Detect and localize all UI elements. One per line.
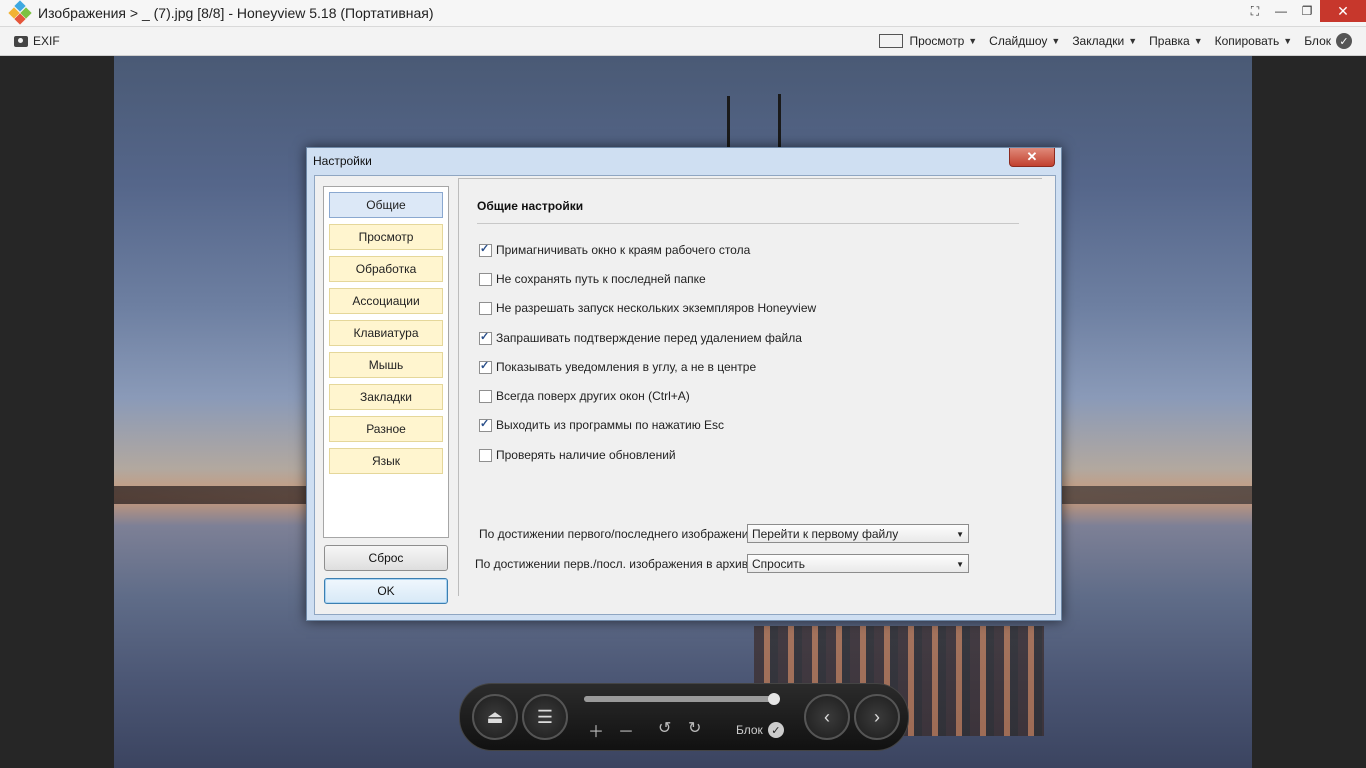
option-label: Примагничивать окно к краям рабочего сто… xyxy=(496,243,751,257)
first-last-value: Перейти к первому файлу xyxy=(752,527,899,541)
option-check-updates[interactable]: Проверять наличие обновлений xyxy=(479,448,676,462)
window-controls: ⛶ — ❐ ✕ xyxy=(1242,0,1366,24)
nav-item-associations[interactable]: Ассоциации xyxy=(329,288,443,314)
nav-item-misc[interactable]: Разное xyxy=(329,416,443,442)
camera-icon xyxy=(14,35,28,47)
menu-copy[interactable]: Копировать ▼ xyxy=(1215,34,1293,48)
fullscreen-icon[interactable]: ⛶ xyxy=(1242,0,1268,22)
checkbox[interactable] xyxy=(479,330,492,345)
dialog-close-button[interactable]: ✕ xyxy=(1009,148,1055,167)
menu-icon[interactable]: ☰ xyxy=(522,694,568,740)
toolbar: EXIF Просмотр ▼ Слайдшоу ▼ Закладки ▼ Пр… xyxy=(0,27,1366,56)
menu-view[interactable]: Просмотр ▼ xyxy=(879,34,977,48)
archive-select[interactable]: Спросить ▼ xyxy=(747,554,969,573)
option-label: Не сохранять путь к последней папке xyxy=(496,272,706,286)
ok-button[interactable]: OK xyxy=(324,578,448,604)
menu-slideshow-label: Слайдшоу xyxy=(989,34,1048,48)
exif-label: EXIF xyxy=(33,34,60,48)
rotate-left-icon[interactable]: ↺ xyxy=(658,718,671,738)
settings-dialog: Настройки ✕ Общие Просмотр Обработка Асс… xyxy=(306,147,1062,621)
position-slider[interactable] xyxy=(584,693,781,705)
menu-slideshow[interactable]: Слайдшоу ▼ xyxy=(989,34,1060,48)
slider-knob[interactable] xyxy=(768,693,781,705)
nav-item-view[interactable]: Просмотр xyxy=(329,224,443,250)
nav-item-general[interactable]: Общие xyxy=(329,192,443,218)
menu-view-label: Просмотр xyxy=(909,34,965,48)
section-divider xyxy=(477,223,1019,224)
pod-block-label: Блок xyxy=(736,723,763,737)
menu-edit[interactable]: Правка ▼ xyxy=(1149,34,1202,48)
chevron-down-icon: ▼ xyxy=(1051,36,1061,46)
block-toggle[interactable]: Блок ✓ xyxy=(1304,33,1352,49)
previous-icon[interactable]: ‹ xyxy=(804,694,850,740)
option-always-on-top[interactable]: Всегда поверх других окон (Ctrl+A) xyxy=(479,389,690,403)
option-confirm-delete[interactable]: Запрашивать подтверждение перед удаление… xyxy=(479,330,802,345)
archive-label: По достижении перв./посл. изображения в … xyxy=(475,557,759,571)
chevron-down-icon: ▼ xyxy=(1128,36,1138,46)
pod-block-toggle[interactable]: Блок ✓ xyxy=(736,722,784,738)
chevron-down-icon: ▼ xyxy=(1283,36,1293,46)
option-label: Проверять наличие обновлений xyxy=(496,448,676,462)
exif-button[interactable]: EXIF xyxy=(14,34,60,48)
option-exit-on-esc[interactable]: Выходить из программы по нажатию Esc xyxy=(479,417,725,432)
dialog-title: Настройки xyxy=(313,154,372,168)
menu-edit-label: Правка xyxy=(1149,34,1190,48)
chevron-down-icon: ▼ xyxy=(1193,36,1203,46)
nav-item-mouse[interactable]: Мышь xyxy=(329,352,443,378)
menu-copy-label: Копировать xyxy=(1214,34,1280,48)
checkbox[interactable] xyxy=(479,417,492,432)
close-button[interactable]: ✕ xyxy=(1320,0,1366,22)
option-no-save-path[interactable]: Не сохранять путь к последней папке xyxy=(479,272,706,286)
window-title: Изображения > _ (7).jpg [8/8] - Honeyvie… xyxy=(38,5,434,21)
option-label: Не разрешать запуск нескольких экземпляр… xyxy=(496,301,817,315)
settings-nav: Общие Просмотр Обработка Ассоциации Клав… xyxy=(323,186,449,538)
checkbox[interactable] xyxy=(479,242,492,257)
option-single-instance[interactable]: Не разрешать запуск нескольких экземпляр… xyxy=(479,301,816,315)
check-icon: ✓ xyxy=(1336,33,1352,49)
settings-content: Общие настройки Примагничивать окно к кр… xyxy=(459,179,1055,609)
option-label: Всегда поверх других окон (Ctrl+A) xyxy=(496,389,690,403)
rotate-right-icon[interactable]: ↻ xyxy=(688,718,701,738)
nav-item-language[interactable]: Язык xyxy=(329,448,443,474)
reset-button[interactable]: Сброс xyxy=(324,545,448,571)
eject-icon[interactable]: ⏏ xyxy=(472,694,518,740)
slider-fill xyxy=(584,696,775,702)
menu-bookmarks-label: Закладки xyxy=(1072,34,1125,48)
checkbox[interactable] xyxy=(479,389,492,403)
block-label: Блок xyxy=(1304,34,1331,48)
chevron-down-icon: ▼ xyxy=(956,560,964,569)
check-icon: ✓ xyxy=(767,722,784,738)
playback-controls: ⏏ ☰ ＋ － ↺ ↻ Блок ✓ ‹ › xyxy=(459,683,909,751)
option-label: Выходить из программы по нажатию Esc xyxy=(496,418,725,432)
honeyview-logo-icon xyxy=(8,0,32,25)
checkbox[interactable] xyxy=(479,448,492,462)
menu-bookmarks[interactable]: Закладки ▼ xyxy=(1072,34,1137,48)
section-title: Общие настройки xyxy=(477,199,584,213)
minimize-button[interactable]: — xyxy=(1268,0,1294,22)
nav-item-keyboard[interactable]: Клавиатура xyxy=(329,320,443,346)
frame-icon xyxy=(879,34,904,48)
toolbar-menus: Просмотр ▼ Слайдшоу ▼ Закладки ▼ Правка … xyxy=(879,27,1352,55)
nav-item-processing[interactable]: Обработка xyxy=(329,256,443,282)
next-icon[interactable]: › xyxy=(854,694,900,740)
chevron-down-icon: ▼ xyxy=(968,36,978,46)
checkbox[interactable] xyxy=(479,301,492,315)
first-last-select[interactable]: Перейти к первому файлу ▼ xyxy=(747,524,969,543)
chevron-down-icon: ▼ xyxy=(956,530,964,539)
option-label: Запрашивать подтверждение перед удаление… xyxy=(496,331,802,345)
dialog-body: Общие Просмотр Обработка Ассоциации Клав… xyxy=(314,175,1056,615)
archive-value: Спросить xyxy=(752,557,805,571)
zoom-out-icon[interactable]: － xyxy=(618,718,634,742)
checkbox[interactable] xyxy=(479,359,492,374)
option-corner-notifications[interactable]: Показывать уведомления в углу, а не в це… xyxy=(479,359,757,374)
checkbox[interactable] xyxy=(479,272,492,286)
option-label: Показывать уведомления в углу, а не в це… xyxy=(496,360,757,374)
restore-button[interactable]: ❐ xyxy=(1294,0,1320,22)
option-snap-window[interactable]: Примагничивать окно к краям рабочего сто… xyxy=(479,242,751,257)
zoom-in-icon[interactable]: ＋ xyxy=(588,718,604,742)
title-bar: Изображения > _ (7).jpg [8/8] - Honeyvie… xyxy=(0,0,1366,27)
first-last-label: По достижении первого/последнего изображ… xyxy=(479,527,759,541)
nav-item-bookmarks[interactable]: Закладки xyxy=(329,384,443,410)
